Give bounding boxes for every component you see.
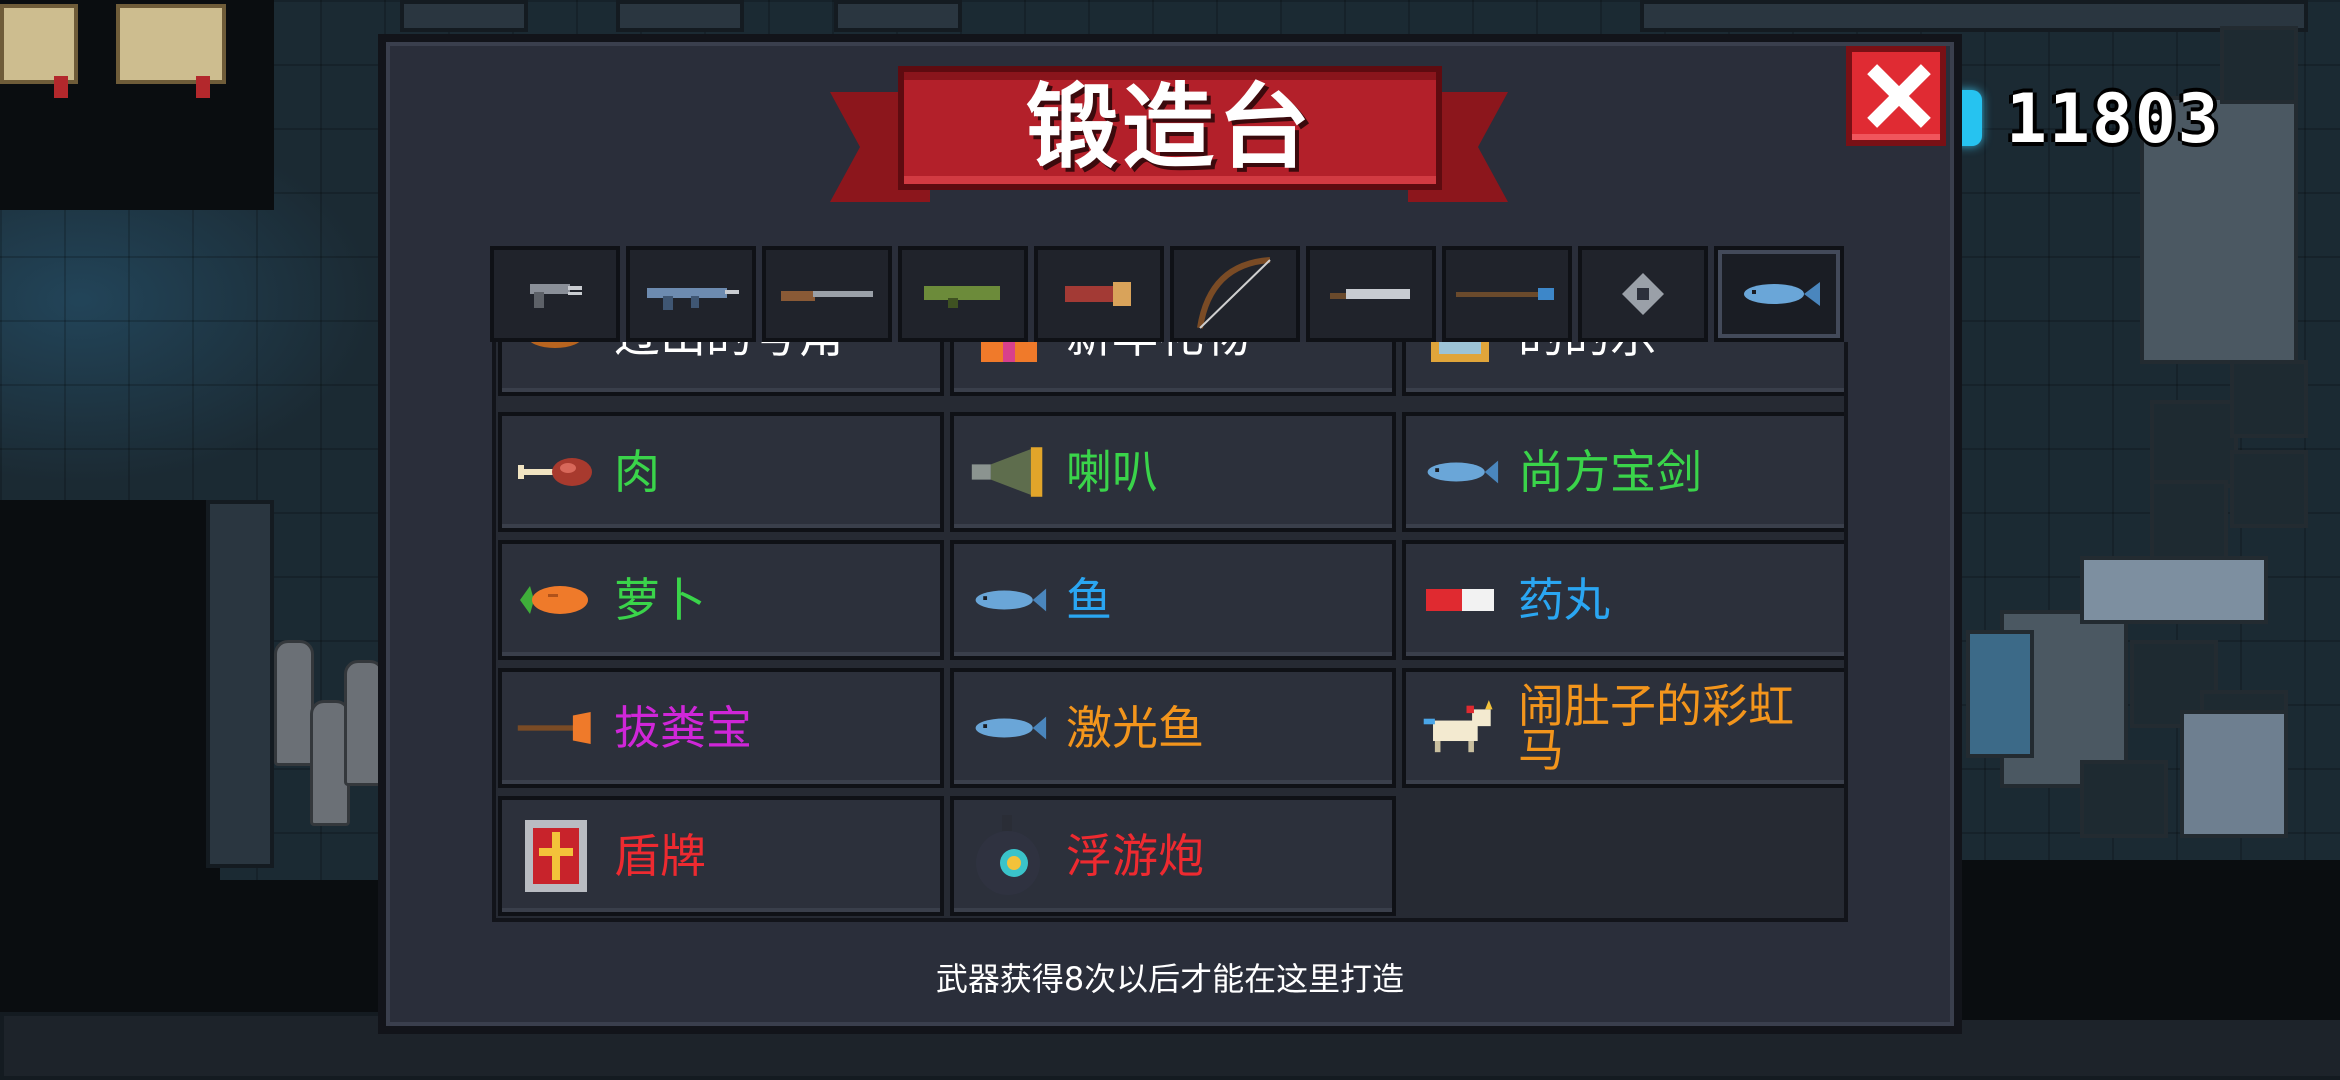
forge-hint-text: 武器获得8次以后才能在这里打造 (935, 960, 1405, 998)
gem-count: 11803 (2006, 80, 2221, 159)
item-name: 的的乐 (1518, 342, 1838, 392)
pillar (206, 500, 274, 868)
tab-bow[interactable] (1170, 246, 1300, 342)
item-card-unicorn[interactable]: 闹肚子的彩虹马 (1402, 668, 1844, 788)
pipe-machine (2080, 556, 2268, 624)
item-card-floating-cannon[interactable]: 浮游炮 (950, 796, 1396, 916)
item-name: 激光鱼 (1066, 701, 1204, 755)
unicorn-icon (1420, 698, 1500, 758)
item-card-pill[interactable]: 药丸 (1402, 540, 1844, 660)
crate (2150, 480, 2228, 568)
fish-sword-icon (1420, 442, 1500, 502)
top-wall-segment (1640, 0, 2308, 32)
crate (2150, 400, 2238, 488)
item-name: 过山的号角 (614, 342, 934, 392)
shield-icon (516, 820, 596, 892)
item-card-fish-sword[interactable]: 尚方宝剑 (1402, 412, 1844, 532)
monitor-screen (1966, 630, 2034, 758)
horn-icon (516, 342, 596, 366)
item-name: 喇叭 (1066, 445, 1158, 499)
meat-icon (516, 442, 596, 502)
storage-locker (2220, 26, 2298, 104)
item-name: 盾牌 (614, 829, 706, 883)
shotgun-icon (781, 291, 873, 301)
item-name: 闹肚子的彩虹马 (1518, 679, 1794, 777)
carrot-icon (516, 570, 596, 630)
item-name: 浮游炮 (1066, 829, 1204, 883)
item-card-plunger[interactable]: 拔粪宝 (498, 668, 944, 788)
item-card[interactable]: 新年礼物 (950, 342, 1396, 396)
staff-icon (1456, 288, 1554, 300)
bow-icon (1197, 257, 1271, 329)
tab-staff[interactable] (1442, 246, 1572, 342)
item-grid: 过山的号角 新年礼物 的的乐 肉 喇叭 尚方宝剑 萝卜 (492, 342, 1848, 922)
loudspeaker-icon (968, 442, 1048, 502)
tab-blade[interactable] (1306, 246, 1436, 342)
item-card-fish[interactable]: 鱼 (950, 540, 1396, 660)
item-card-carrot[interactable]: 萝卜 (498, 540, 944, 660)
item-card-shield[interactable]: 盾牌 (498, 796, 944, 916)
item-name: 药丸 (1518, 573, 1610, 627)
notice-board (0, 4, 78, 98)
crate (2080, 760, 2168, 838)
rifle-icon (647, 288, 739, 310)
item-card[interactable]: 过山的号角 (498, 342, 944, 396)
rocket-launcher-icon (924, 286, 1000, 308)
box-icon (1420, 342, 1500, 366)
item-card-meat[interactable]: 肉 (498, 412, 944, 532)
item-name: 肉 (614, 445, 660, 499)
shuriken-icon (1622, 273, 1664, 315)
item-card-laser-fish[interactable]: 激光鱼 (950, 668, 1396, 788)
tab-shuriken[interactable] (1578, 246, 1708, 342)
generator (2180, 710, 2288, 838)
category-tabs (490, 246, 1850, 342)
fish-icon (968, 570, 1048, 630)
gas-tank (274, 640, 314, 766)
top-wall-segment (400, 0, 528, 32)
crate (2230, 450, 2308, 528)
pistol-icon (530, 284, 582, 308)
crate (2230, 360, 2308, 438)
floating-cannon-icon (968, 815, 1048, 895)
top-wall-segment (834, 0, 962, 32)
tab-other[interactable] (1714, 246, 1844, 342)
notice-board (116, 4, 226, 98)
laser-fish-icon (968, 698, 1048, 758)
gift-icon (968, 342, 1048, 366)
top-wall-segment (616, 0, 744, 32)
fish-icon (1744, 282, 1820, 306)
item-card[interactable]: 的的乐 (1402, 342, 1844, 396)
dialog-title: 锻造台 (1025, 74, 1314, 181)
dark-floor-edge (1962, 860, 2340, 1020)
tab-cannon[interactable] (1034, 246, 1164, 342)
cannon-icon (1065, 282, 1131, 306)
dark-wall-block (0, 500, 220, 880)
tab-rifle[interactable] (626, 246, 756, 342)
item-name: 鱼 (1066, 573, 1112, 627)
tab-shotgun[interactable] (762, 246, 892, 342)
plunger-icon (516, 698, 596, 758)
pill-icon (1420, 570, 1500, 630)
item-name: 拔粪宝 (614, 701, 752, 755)
item-name: 萝卜 (614, 573, 706, 627)
close-button[interactable] (1846, 46, 1946, 146)
item-name: 新年礼物 (1066, 342, 1386, 392)
blade-icon (1330, 289, 1410, 299)
tab-pistol[interactable] (490, 246, 620, 342)
item-name: 尚方宝剑 (1518, 445, 1702, 499)
tab-launcher[interactable] (898, 246, 1028, 342)
item-card-loudspeaker[interactable]: 喇叭 (950, 412, 1396, 532)
